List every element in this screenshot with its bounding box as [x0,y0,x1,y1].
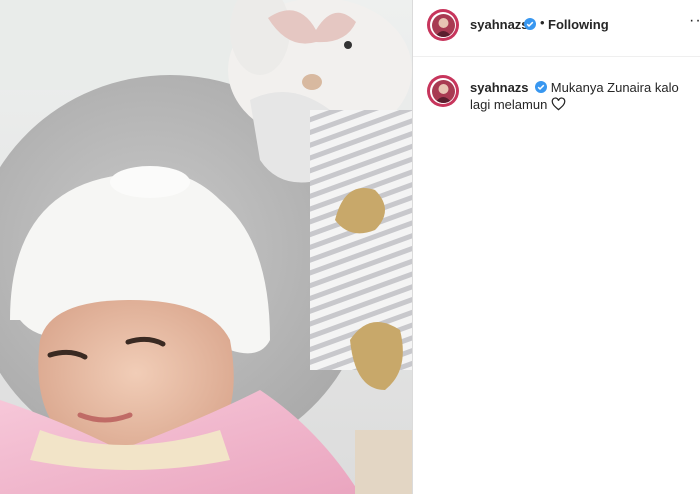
header-divider [413,56,700,57]
caption-avatar[interactable] [427,75,459,107]
caption-verified-icon [535,80,548,93]
author-username[interactable]: syahnazs [470,17,529,32]
post-image[interactable] [0,0,412,494]
more-horizontal-icon[interactable]: ··· [689,12,700,30]
caption-line-2: lagi melamun [470,97,548,112]
post-sidebar: syahnazs • Following ··· [413,0,700,494]
heart-outline-icon [551,97,566,115]
following-button[interactable]: Following [548,17,609,32]
caption-username[interactable]: syahnazs [470,80,529,95]
verified-icon [524,17,536,30]
caption-text: syahnazs Mukanya Zunaira kalo lagi melam… [470,79,680,115]
author-avatar[interactable] [427,9,459,41]
separator-dot: • [540,15,545,30]
post-header: syahnazs • Following ··· [413,0,700,50]
caption-line-1: Mukanya Zunaira kalo [550,80,679,95]
